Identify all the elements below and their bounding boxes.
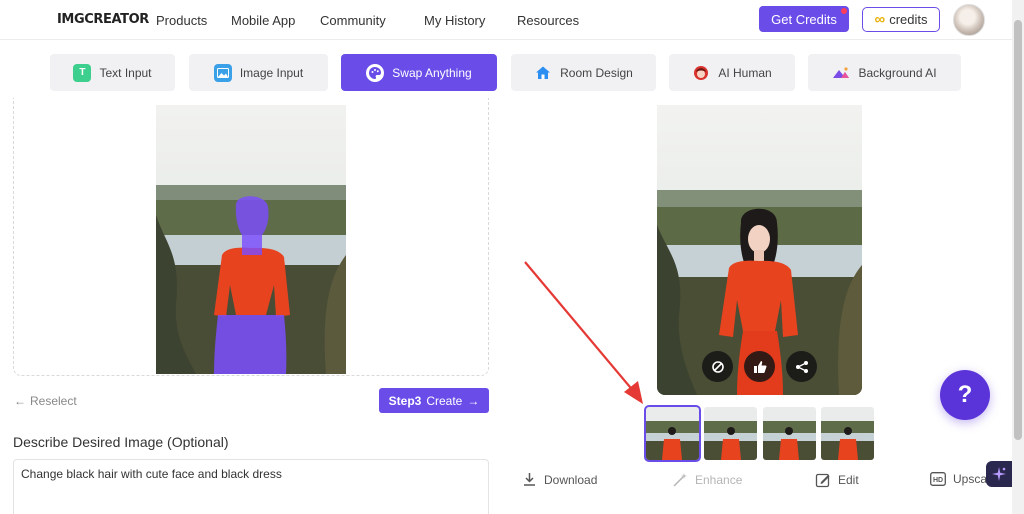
edit-button[interactable]: Edit <box>815 472 859 488</box>
text-input-icon: T <box>73 63 92 82</box>
create-label: Create <box>426 393 463 408</box>
credits-balance[interactable]: ∞ credits <box>862 7 940 32</box>
upscale-button[interactable]: HD Upsca <box>930 472 987 486</box>
sparkle-icon <box>992 467 1006 481</box>
get-credits-label: Get Credits <box>771 11 837 27</box>
tab-label: Room Design <box>560 65 633 80</box>
imgcreator-logo[interactable]: IMGCREATOR <box>57 12 149 27</box>
tab-room-design[interactable]: Room Design <box>511 54 656 91</box>
enhance-label: Enhance <box>695 473 743 487</box>
reselect-button[interactable]: ← Reselect <box>14 394 77 408</box>
nav-my-history[interactable]: My History <box>424 13 485 28</box>
credits-label: credits <box>889 12 928 27</box>
get-credits-button[interactable]: Get Credits <box>759 6 849 32</box>
create-step-label: Step3 <box>388 393 422 408</box>
prompt-input[interactable]: Change black hair with cute face and bla… <box>13 459 489 514</box>
source-image-with-mask[interactable] <box>156 105 346 374</box>
magic-wand-icon <box>673 473 687 487</box>
notification-dot <box>841 8 847 14</box>
result-thumbnail-1[interactable] <box>644 405 701 462</box>
infinity-icon: ∞ <box>874 11 886 28</box>
tab-label: AI Human <box>718 65 772 80</box>
download-icon <box>524 473 535 486</box>
tab-label: Image Input <box>239 65 304 80</box>
like-button[interactable] <box>744 351 775 382</box>
describe-label: Describe Desired Image (Optional) <box>13 434 229 450</box>
nav-mobile-app[interactable]: Mobile App <box>231 13 295 28</box>
nav-products[interactable]: Products <box>156 13 207 28</box>
tab-label: Swap Anything <box>392 65 472 80</box>
nav-resources[interactable]: Resources <box>517 13 579 28</box>
tab-swap-anything[interactable]: Swap Anything <box>341 54 497 91</box>
edit-label: Edit <box>838 473 859 487</box>
help-icon: ? <box>957 381 973 408</box>
regenerate-button[interactable] <box>702 351 733 382</box>
create-button[interactable]: Step3 Create → <box>379 388 489 413</box>
thumbs-up-icon <box>753 360 766 373</box>
reselect-label: Reselect <box>30 394 77 408</box>
user-avatar[interactable] <box>953 4 985 36</box>
help-button[interactable]: ? <box>940 370 990 420</box>
download-button[interactable]: Download <box>522 472 597 487</box>
edit-icon <box>815 473 830 488</box>
share-button[interactable] <box>786 351 817 382</box>
arrow-left-icon: ← <box>14 394 26 408</box>
tab-label: Background AI <box>858 65 937 80</box>
tab-ai-human[interactable]: AI Human <box>669 54 795 91</box>
svg-text:HD: HD <box>933 477 943 484</box>
tab-background-ai[interactable]: Background AI <box>808 54 961 91</box>
nav-community[interactable]: Community <box>320 13 386 28</box>
ai-human-icon <box>692 64 710 82</box>
tab-text-input[interactable]: T Text Input <box>50 54 175 91</box>
result-thumbnail-3[interactable] <box>763 407 816 460</box>
house-icon <box>534 64 552 82</box>
share-icon <box>795 360 808 373</box>
scrollbar-thumb[interactable] <box>1014 20 1022 440</box>
image-input-icon <box>213 63 232 82</box>
mountain-icon <box>832 64 850 82</box>
hd-icon: HD <box>930 472 946 486</box>
download-label: Download <box>544 472 598 487</box>
tab-label: Text Input <box>99 65 152 80</box>
tab-image-input[interactable]: Image Input <box>189 54 328 91</box>
result-thumbnail-2[interactable] <box>704 407 757 460</box>
result-thumbnail-4[interactable] <box>821 407 874 460</box>
top-navbar <box>0 0 1012 40</box>
refresh-icon <box>711 360 724 373</box>
enhance-button[interactable]: Enhance <box>672 472 742 488</box>
upscale-label: Upsca <box>953 472 988 486</box>
ai-assistant-button[interactable] <box>986 461 1012 487</box>
palette-icon <box>366 63 385 82</box>
arrow-right-icon: → <box>467 393 480 408</box>
